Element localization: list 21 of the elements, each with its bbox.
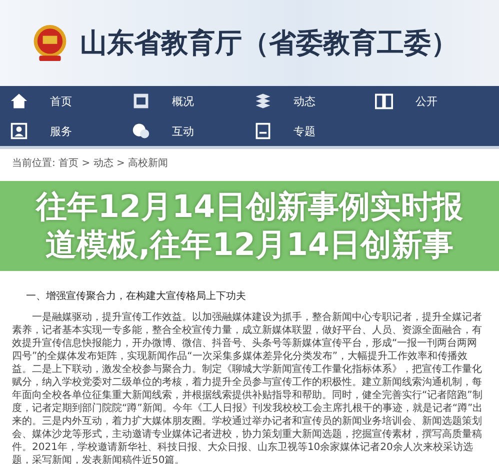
nav-link[interactable]: 互动 — [128, 116, 250, 146]
site-title: 山东省教育厅（省委教育工委） — [80, 27, 458, 61]
nav-link[interactable]: 首页 — [6, 86, 128, 116]
nav-link[interactable]: 动态 — [250, 86, 372, 116]
nav-link[interactable]: 公开 — [371, 86, 493, 116]
nav-link[interactable]: 服务 — [6, 116, 128, 146]
person-icon — [10, 122, 28, 140]
nav-link[interactable]: 概况 — [128, 86, 250, 116]
overlay-title-line: 往年12月14日创新事例实时报 — [36, 188, 464, 226]
document-icon — [254, 122, 272, 140]
breadcrumb: 当前位置: 首页 > 动态 > 高校新闻 — [12, 156, 170, 171]
emblem-icon — [32, 23, 68, 63]
chat-icon — [132, 122, 150, 140]
book-icon — [375, 92, 394, 110]
house-icon — [10, 92, 28, 110]
article-paragraph: 一是融媒驱动，提升宣传工作效益。以加强融媒体建设为抓手，整合新闻中心专职记者，提升全媒记者素养，记者基本实现一专多能，整合全校宣传力量，成立新媒体联盟，做好平台、人员、资源全面融合，有效提升宣传信息快报能力，开办微博、微信、抖音号、头条号等新媒体宣传平台，形成“一报一刊两台两网四号”的全媒体发布矩阵，实现新闻作品“一次采集多媒体差异化分类发布”，大幅提升工作效率和传播效益。二是上下联动，激发全校参与聚合力。制定《聊城大学新闻宣传工作量化指标体系》，把宣传工作量化赋分，纳入学校党委对二级单位的考核，着力提升全员参与宣传工作的积极性。建立新闻线索沟通机制，每年面向全校各单位征集重大新闻线索，并根据线索提供补贴指导和帮助。同时，健全完善实行“记者陪跑”制度，记者定期到部门院院“蹲”新闻。今年《工人日报》刊发我校校工会主席扎根干的事迹，就是记者“蹲”出来的。三是内外互动，着力扩大媒体朋友圈。学校通过举办记者和宣传员的新闻业务培训会、新闻选题策划会、媒体沙龙等形式，主动邀请专业媒体记者进校，协力策划重大新闻选题，挖掘宣传素材，撰写高质量稿件。2021年，学校邀请新华社、科技日报、大众日报、山东卫视等10余家媒体记者20余人次来校采访选题，采写新闻，发表新闻稿件近50篇。 — [12, 311, 484, 464]
nav-link[interactable]: 专题 — [250, 116, 372, 146]
stack-icon — [254, 92, 272, 110]
board-icon — [132, 92, 150, 110]
section-heading: 一、增强宣传聚合力，在构建大宣传格局上下功夫 — [26, 290, 247, 303]
overlay-title-line: 道模板,往年12月14日创新事 — [45, 226, 454, 264]
